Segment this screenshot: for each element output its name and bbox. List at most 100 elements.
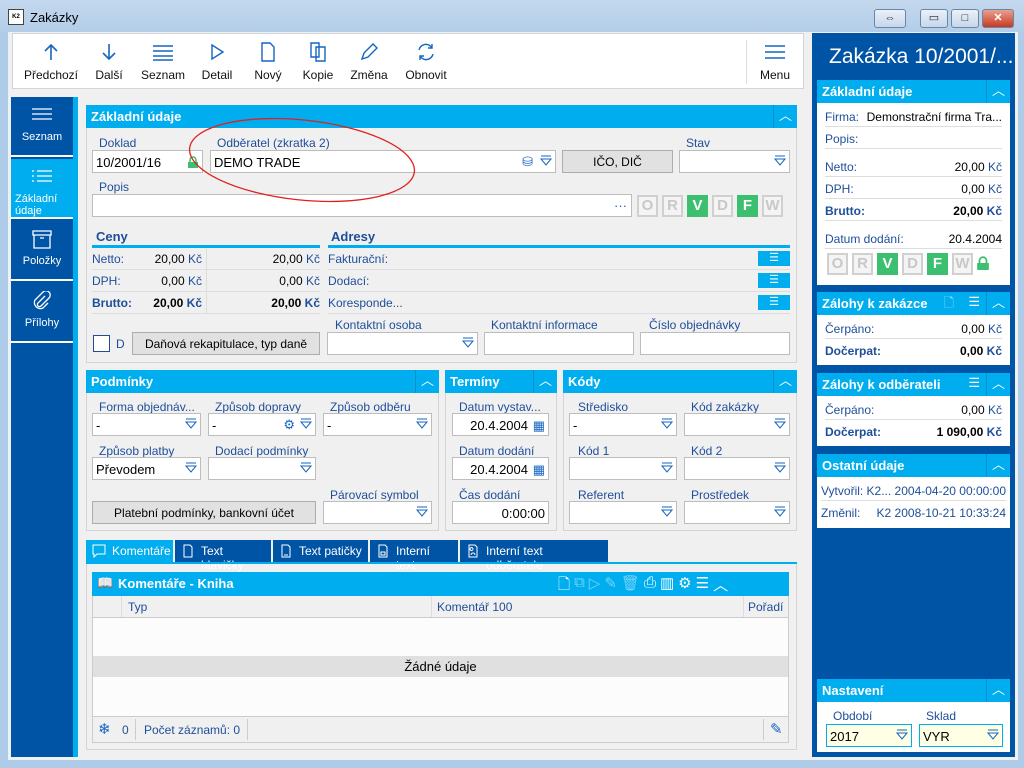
collapse-chevron-icon[interactable]: ︿	[415, 370, 439, 393]
tab-comments[interactable]: Komentáře	[86, 540, 173, 562]
previous-button[interactable]: Předchozí	[21, 42, 81, 82]
calendar-icon[interactable]: ▦	[533, 462, 545, 478]
list-button[interactable]: Seznam	[139, 42, 187, 82]
delivery-terms-select[interactable]	[208, 457, 316, 480]
referent-select[interactable]	[569, 501, 677, 524]
tax-recap-button[interactable]: Daňová rekapitulace, typ daně	[132, 332, 320, 355]
calendar-icon[interactable]: ▦	[533, 418, 545, 434]
dropdown-arrow-icon[interactable]	[773, 462, 787, 475]
dropdown-arrow-icon[interactable]	[184, 418, 198, 431]
flag-f[interactable]: F	[927, 253, 948, 275]
collapse-chevron-icon[interactable]: ︿	[773, 105, 797, 128]
pairing-symbol-select[interactable]	[323, 501, 432, 524]
copy-button[interactable]: Kopie	[298, 42, 338, 82]
minimize-button[interactable]: ▭	[920, 9, 948, 28]
issue-date-input[interactable]: 20.4.2004 ▦	[452, 413, 549, 436]
stav-select[interactable]	[679, 150, 790, 173]
dropdown-arrow-icon[interactable]	[660, 506, 674, 519]
tab-header-text[interactable]: Text hlavičky	[175, 540, 271, 572]
d-checkbox[interactable]	[93, 335, 110, 352]
pencil-icon[interactable]: ✎	[770, 720, 783, 738]
gear-icon[interactable]: ⚙	[283, 417, 295, 433]
flag-d[interactable]: D	[902, 253, 923, 275]
flag-w[interactable]: W	[952, 253, 973, 275]
address-menu-button[interactable]: ☰	[758, 295, 790, 310]
dropdown-arrow-icon[interactable]	[539, 155, 553, 168]
dropdown-arrow-icon[interactable]	[299, 418, 313, 431]
payment-terms-button[interactable]: Platební podmínky, bankovní účet	[92, 501, 316, 524]
dropdown-arrow-icon[interactable]	[660, 418, 674, 431]
dropdown-arrow-icon[interactable]	[415, 506, 429, 519]
collapse-chevron-icon[interactable]: ︿	[986, 679, 1010, 702]
column-header-order[interactable]: Pořadí	[748, 600, 783, 614]
refresh-button[interactable]: Obnovit	[401, 42, 451, 82]
flag-f[interactable]: F	[737, 195, 758, 217]
list-icon[interactable]: ☰	[968, 294, 980, 310]
order-number-input[interactable]	[640, 332, 790, 355]
new-document-icon[interactable]: 🗋	[944, 294, 954, 316]
collapse-chevron-icon[interactable]: ︿	[533, 370, 557, 393]
nav-item-basic-info[interactable]: Základní údaje	[11, 159, 73, 219]
flag-v[interactable]: V	[877, 253, 898, 275]
dropdown-arrow-icon[interactable]	[773, 155, 787, 168]
edit-button[interactable]: Změna	[347, 42, 391, 82]
dropdown-arrow-icon[interactable]	[660, 462, 674, 475]
ico-dic-button[interactable]: IČO, DIČ	[562, 150, 673, 173]
snowflake-filter-icon[interactable]: ❄	[98, 720, 111, 738]
tab-customer-internal-text[interactable]: Interní text odběratele	[460, 540, 608, 572]
nav-item-attachments[interactable]: Přílohy	[11, 283, 73, 343]
dropdown-arrow-icon[interactable]	[986, 729, 1000, 742]
order-form-select[interactable]: -	[92, 413, 201, 436]
dropdown-arrow-icon[interactable]	[461, 337, 475, 350]
order-code-select[interactable]	[684, 413, 790, 436]
database-icon[interactable]: ⛁	[522, 154, 533, 170]
nav-item-list[interactable]: Seznam	[11, 97, 73, 157]
flag-r[interactable]: R	[662, 195, 683, 217]
contact-info-input[interactable]	[484, 332, 634, 355]
code1-select[interactable]	[569, 457, 677, 480]
flag-r[interactable]: R	[852, 253, 873, 275]
flag-v[interactable]: V	[687, 195, 708, 217]
maximize-button[interactable]: □	[951, 9, 979, 28]
delivery-time-input[interactable]: 0:00:00	[452, 501, 549, 524]
contact-person-select[interactable]	[327, 332, 478, 355]
warehouse-select[interactable]: VYR	[919, 724, 1003, 747]
collapse-chevron-icon[interactable]: ︿	[986, 454, 1010, 477]
collapse-chevron-icon[interactable]: ︿	[773, 370, 797, 393]
new-button[interactable]: Nový	[249, 42, 287, 82]
tab-internal-text[interactable]: Interní text	[370, 540, 458, 572]
resource-select[interactable]	[684, 501, 790, 524]
code2-select[interactable]	[684, 457, 790, 480]
flag-o[interactable]: O	[637, 195, 658, 217]
dropdown-arrow-icon[interactable]	[895, 729, 909, 742]
dropdown-arrow-icon[interactable]	[773, 506, 787, 519]
collapse-chevron-icon[interactable]: ︿	[986, 80, 1010, 103]
transport-select[interactable]: - ⚙	[208, 413, 316, 436]
dropdown-arrow-icon[interactable]	[299, 462, 313, 475]
menu-button[interactable]: Menu	[755, 42, 795, 82]
restore-size-button[interactable]: ⇔	[874, 9, 906, 28]
more-button[interactable]: ···	[614, 198, 627, 213]
delivery-date-input[interactable]: 20.4.2004 ▦	[452, 457, 549, 480]
period-select[interactable]: 2017	[826, 724, 912, 747]
address-menu-button[interactable]: ☰	[758, 251, 790, 266]
dropdown-arrow-icon[interactable]	[415, 418, 429, 431]
dropdown-arrow-icon[interactable]	[773, 418, 787, 431]
pickup-select[interactable]: -	[323, 413, 432, 436]
detail-button[interactable]: Detail	[197, 42, 237, 82]
close-button[interactable]: ✕	[982, 9, 1014, 28]
dropdown-arrow-icon[interactable]	[184, 462, 198, 475]
flag-d[interactable]: D	[712, 195, 733, 217]
column-header-typ[interactable]: Typ	[128, 600, 147, 614]
flag-w[interactable]: W	[762, 195, 783, 217]
list-icon[interactable]: ☰	[968, 375, 980, 391]
payment-select[interactable]: Převodem	[92, 457, 201, 480]
collapse-chevron-icon[interactable]: ︿	[986, 373, 1010, 396]
next-button[interactable]: Další	[89, 42, 129, 82]
cost-center-select[interactable]: -	[569, 413, 677, 436]
column-header-comment[interactable]: Komentář 100	[437, 600, 512, 614]
tab-footer-text[interactable]: Text patičky	[273, 540, 368, 562]
flag-o[interactable]: O	[827, 253, 848, 275]
nav-item-items[interactable]: Položky	[11, 221, 73, 281]
address-menu-button[interactable]: ☰	[758, 273, 790, 288]
